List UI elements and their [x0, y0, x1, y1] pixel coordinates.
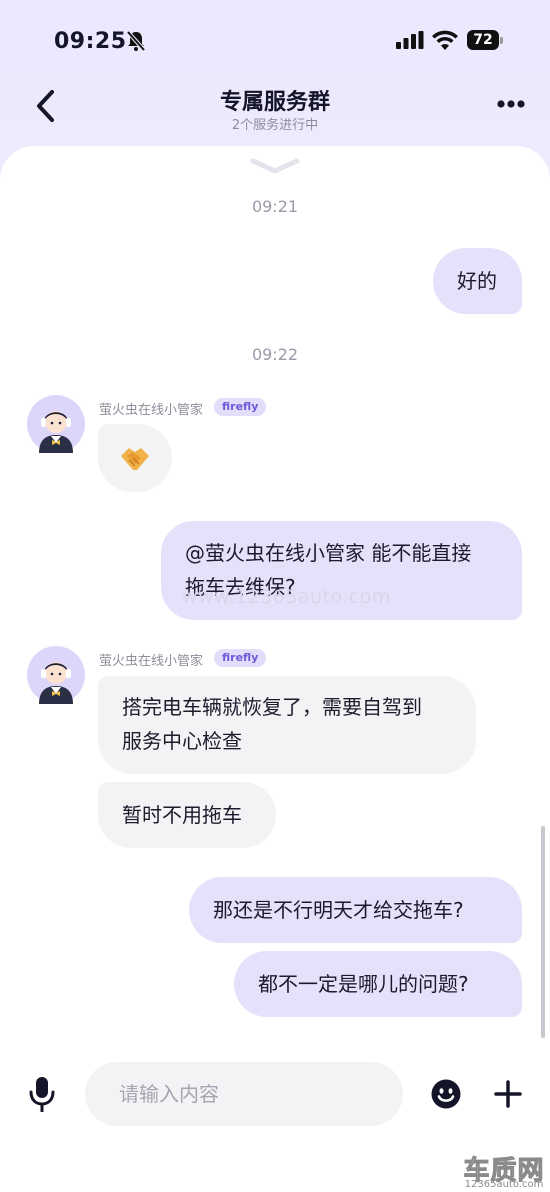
message-input[interactable] — [85, 1062, 403, 1126]
bell-muted-icon — [126, 30, 146, 52]
outgoing-message[interactable]: 好的 — [433, 248, 522, 314]
chevron-down-icon[interactable] — [250, 158, 300, 174]
microphone-icon[interactable] — [28, 1076, 56, 1112]
outgoing-message[interactable]: 都不一定是哪儿的问题? — [234, 951, 522, 1017]
agent-avatar[interactable] — [27, 395, 85, 453]
battery-level: 72 — [467, 30, 499, 50]
handshake-sticker — [121, 448, 149, 470]
timestamp: 09:22 — [251, 345, 299, 364]
message-line: 服务中心检查 — [122, 729, 242, 753]
outgoing-message[interactable]: 那还是不行明天才给交拖车? — [189, 877, 522, 943]
message-text: 那还是不行明天才给交拖车? — [213, 898, 464, 922]
more-icon[interactable] — [496, 98, 526, 110]
watermark: www.12365auto.com — [182, 586, 391, 608]
sender-name: 萤火虫在线小管家 — [99, 403, 204, 418]
page-subtitle: 2个服务进行中 — [231, 118, 319, 133]
scrollbar[interactable] — [541, 826, 545, 1038]
sender-tag: firefly — [214, 398, 267, 416]
message-text: 好的 — [457, 269, 497, 293]
timestamp: 09:21 — [251, 197, 299, 216]
incoming-message[interactable]: 暂时不用拖车 — [98, 782, 276, 848]
page-title: 专属服务群 — [219, 90, 330, 115]
incoming-message[interactable]: 搭完电车辆就恢复了，需要自驾到 服务中心检查 — [98, 676, 476, 774]
message-line: @萤火虫在线小管家 能不能直接 — [185, 541, 472, 565]
battery-tip — [500, 37, 503, 44]
status-time: 09:25 — [54, 29, 127, 54]
sender-name: 萤火虫在线小管家 — [99, 654, 204, 669]
message-text: 暂时不用拖车 — [122, 803, 242, 827]
sender-tag: firefly — [214, 649, 267, 667]
plus-icon[interactable] — [494, 1080, 522, 1108]
incoming-message[interactable] — [98, 424, 172, 492]
site-logo: 车质网 12365auto.com — [462, 1150, 546, 1191]
logo-url: 12365auto.com — [464, 1179, 544, 1190]
message-text: 都不一定是哪儿的问题? — [258, 972, 469, 996]
emoji-icon[interactable] — [431, 1079, 461, 1109]
agent-avatar[interactable] — [27, 646, 85, 704]
message-line: 搭完电车辆就恢复了，需要自驾到 — [122, 695, 422, 719]
signal-icon — [396, 31, 424, 49]
wifi-icon — [432, 30, 458, 50]
